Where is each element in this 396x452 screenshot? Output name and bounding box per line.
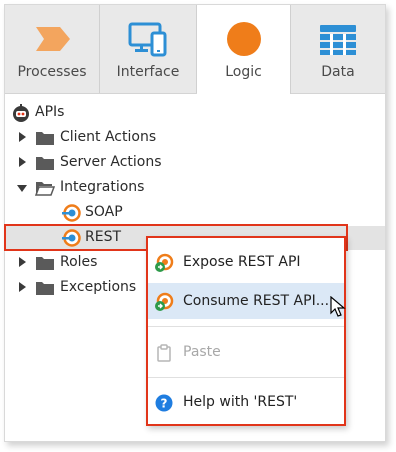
help-icon: ? [155,394,173,412]
menu-separator [148,326,344,327]
tree-item-server-actions[interactable]: Server Actions [5,151,385,175]
folder-icon [36,157,54,170]
menu-separator [148,377,344,378]
expand-arrow-icon[interactable] [19,132,26,142]
menu-item-expose-rest-api[interactable]: Expose REST API [148,244,344,280]
devices-icon [128,22,167,57]
menu-item-label: Consume REST API... [183,293,330,309]
tree-item-label: Client Actions [60,129,157,145]
tab-processes-label: Processes [17,64,87,80]
tab-interface[interactable]: Interface [100,5,197,93]
tree-item-apis-label: APIs [35,104,65,120]
menu-item-label: Help with 'REST' [183,394,298,410]
context-menu: Expose REST API Consume REST API... Past… [146,236,346,426]
consume-rest-icon [155,292,174,311]
tree-item-client-actions[interactable]: Client Actions [5,126,385,150]
expand-arrow-icon[interactable] [19,257,26,267]
expand-arrow-icon[interactable] [19,282,26,292]
collapse-arrow-icon[interactable] [17,185,27,192]
tree-item-label: Server Actions [60,154,162,170]
apis-robot-icon [13,104,29,122]
tree-item-label: Integrations [60,179,145,195]
mouse-pointer-icon [330,296,346,317]
tree-item-label: Roles [60,254,98,270]
expand-arrow-icon[interactable] [19,157,26,167]
tab-logic-label: Logic [225,64,262,80]
menu-item-label: Expose REST API [183,254,301,270]
open-folder-icon [35,182,55,196]
tree-item-label: Exceptions [60,279,137,295]
menu-item-consume-rest-api[interactable]: Consume REST API... [148,283,344,319]
tab-interface-label: Interface [116,64,180,80]
tab-data[interactable]: Data [291,5,385,93]
folder-icon [36,257,54,270]
tree-item-soap[interactable]: SOAP [5,201,385,225]
tree-item-integrations[interactable]: Integrations [5,176,385,200]
data-grid-icon [320,25,356,55]
menu-item-label: Paste [183,344,221,360]
folder-icon [36,282,54,295]
tab-data-label: Data [321,64,355,80]
tab-processes[interactable]: Processes [5,5,100,93]
soap-integration-icon [62,204,81,222]
menu-item-paste[interactable]: Paste [148,334,344,370]
expose-rest-icon [155,253,174,272]
processes-chevron-icon [36,27,70,51]
tree-item-label: SOAP [85,204,123,220]
logic-circle-icon [226,22,261,56]
tab-bar: Processes Interface Logic Data [5,5,385,94]
tree-item-apis[interactable]: APIs [5,101,385,125]
svg-text:?: ? [161,397,168,411]
folder-icon [36,132,54,145]
tab-logic[interactable]: Logic [197,5,291,94]
menu-item-help-rest[interactable]: ? Help with 'REST' [148,384,344,420]
paste-icon [157,344,171,362]
